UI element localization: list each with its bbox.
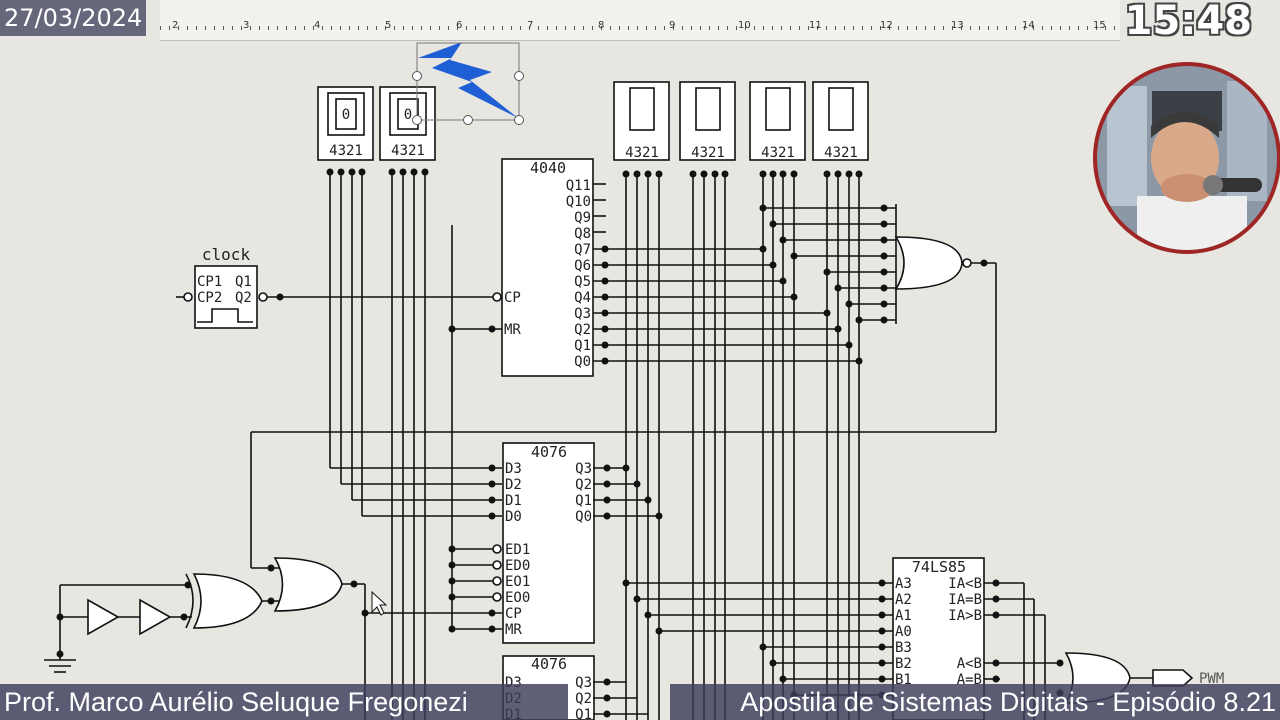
pin-label: EO1: [505, 574, 530, 590]
pin-label: D1: [505, 493, 522, 509]
clock-title: clock: [202, 245, 251, 264]
display-pin-label: 4321: [329, 143, 363, 159]
pin-label: Q8: [574, 226, 591, 242]
pin-label: Q1: [575, 493, 592, 509]
chip-label: 4076: [531, 655, 567, 673]
pin-label: IA=B: [948, 592, 982, 608]
pin-label: A3: [895, 576, 912, 592]
display-digit: 0: [342, 107, 350, 123]
pin-label: B2: [895, 656, 912, 672]
mouse-cursor-icon: [371, 590, 388, 616]
presenter-name: Prof. Marco Aurélio Seluque Fregonezi: [0, 684, 568, 720]
pin-label: D0: [505, 509, 522, 525]
pin-label: A2: [895, 592, 912, 608]
pin-label: B3: [895, 640, 912, 656]
footer-bar: Prof. Marco Aurélio Seluque Fregonezi Ap…: [0, 684, 1280, 720]
pin-label: Q10: [566, 194, 591, 210]
display-digit: 0: [404, 107, 412, 123]
xor-gate: [192, 573, 263, 629]
pin-label: D3: [505, 461, 522, 477]
pin-label: Q0: [574, 354, 591, 370]
display-pin-label: 4321: [625, 145, 659, 161]
pin-label: A<B: [957, 656, 982, 672]
episode-title: Apostila de Sistemas Digitais - Episódio…: [670, 684, 1280, 720]
chip-label: 74LS85: [912, 558, 966, 576]
or-gate-control: [273, 557, 343, 612]
pin-label: Q0: [575, 509, 592, 525]
schematic-canvas[interactable]: 0 0 4321 4321 4321 4321 4321 4321 clock …: [0, 0, 1280, 720]
clock-pin: CP2: [197, 290, 222, 306]
clock-pin: Q1: [235, 274, 252, 290]
pin-label: Q6: [574, 258, 591, 274]
pin-label: MR: [504, 322, 521, 338]
display-pin-label: 4321: [691, 145, 725, 161]
display-pin-label: 4321: [391, 143, 425, 159]
pin-label: Q4: [574, 290, 591, 306]
pin-label: Q9: [574, 210, 591, 226]
pin-label: D2: [505, 477, 522, 493]
chip-label: 4040: [530, 159, 566, 177]
pin-label: Q2: [574, 322, 591, 338]
pin-label: A0: [895, 624, 912, 640]
pin-label: CP: [504, 290, 521, 306]
buffer-gate-2: [139, 598, 172, 636]
nor-gate: [894, 236, 963, 290]
pin-label: Q7: [574, 242, 591, 258]
time-display: 15:48: [1124, 0, 1252, 44]
pin-label: ED1: [505, 542, 530, 558]
pin-label: IA>B: [948, 608, 982, 624]
display-pin-label: 4321: [761, 145, 795, 161]
date-badge: 27/03/2024: [0, 0, 147, 36]
pin-label: EO0: [505, 590, 530, 606]
buffer-gate-1: [87, 598, 120, 636]
pin-label: MR: [505, 622, 522, 638]
pin-label: A1: [895, 608, 912, 624]
pin-label: Q11: [566, 178, 591, 194]
pin-label: CP: [505, 606, 522, 622]
webcam-feed: [1093, 62, 1280, 254]
pin-label: IA<B: [948, 576, 982, 592]
pin-label: Q1: [574, 338, 591, 354]
pin-label: ED0: [505, 558, 530, 574]
display-pin-label: 4321: [824, 145, 858, 161]
chip-label: 4076: [531, 443, 567, 461]
clock-pin: Q2: [235, 290, 252, 306]
pin-label: Q5: [574, 274, 591, 290]
pin-label: Q3: [574, 306, 591, 322]
presenter-avatar: [1097, 66, 1277, 250]
pin-label: Q2: [575, 477, 592, 493]
pin-label: Q3: [575, 461, 592, 477]
clock-pin: CP1: [197, 274, 222, 290]
